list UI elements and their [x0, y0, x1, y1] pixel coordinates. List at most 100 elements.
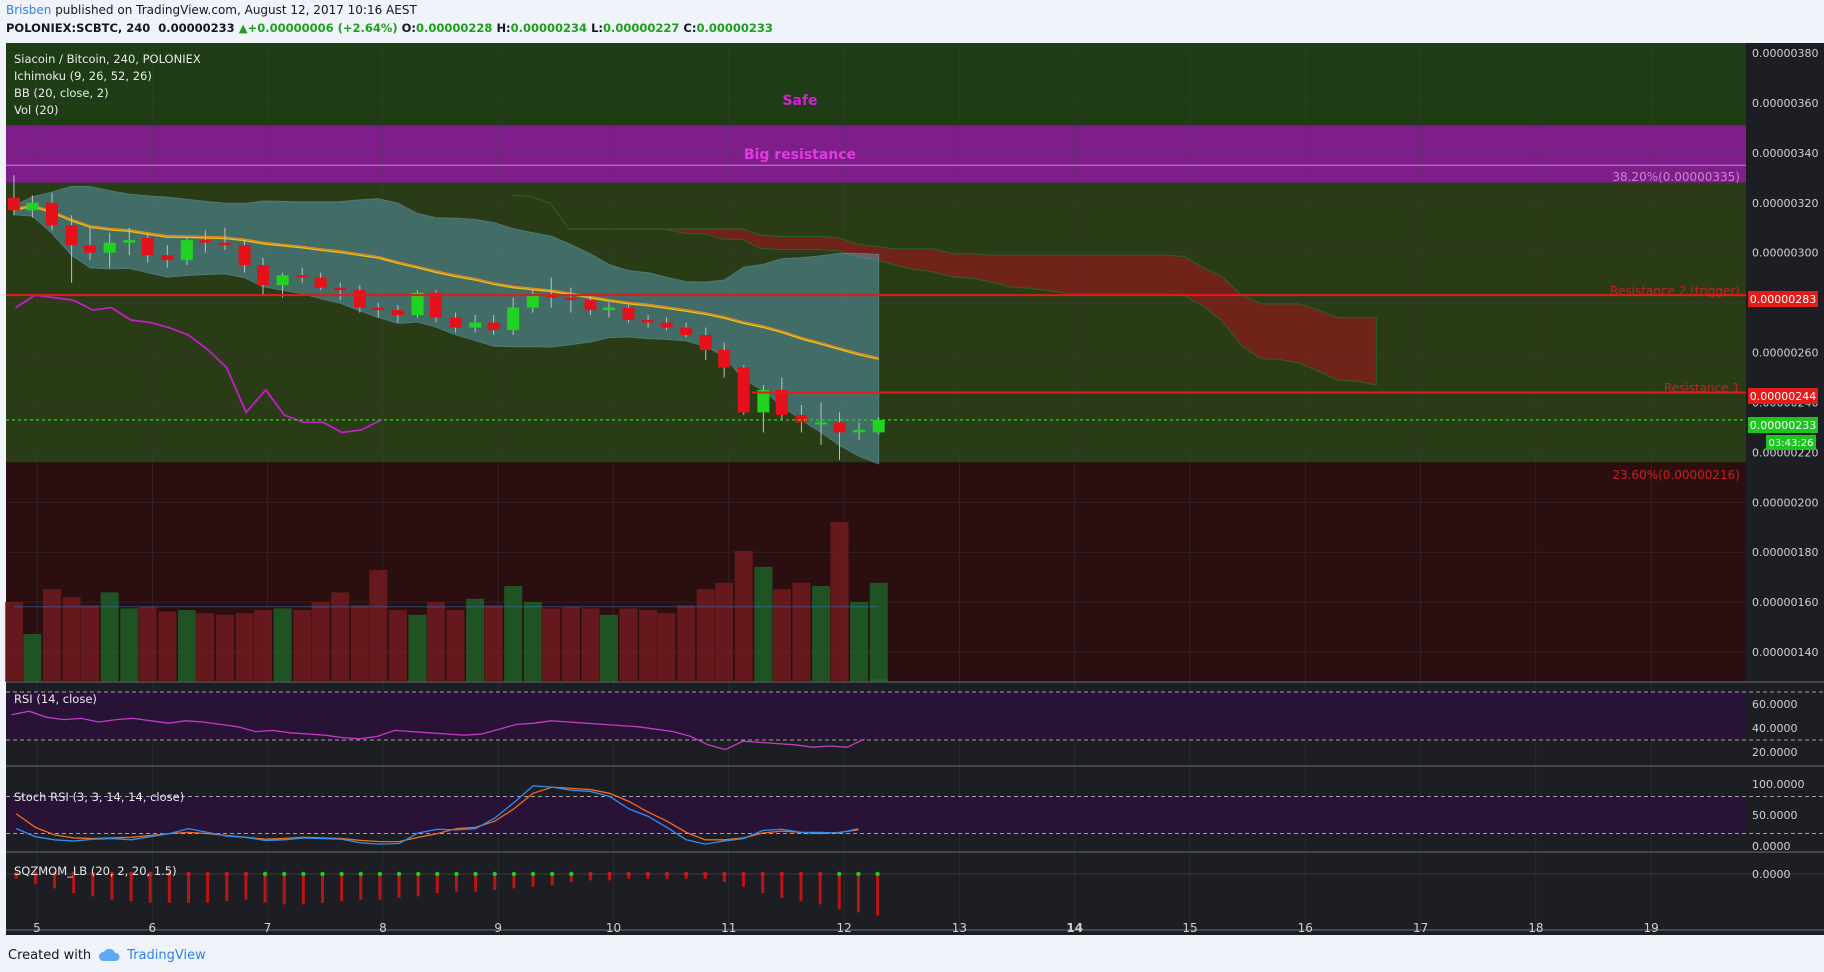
volume-bar — [523, 602, 542, 682]
resistance-1-price-text: 0.00000244 — [1750, 390, 1816, 403]
candle-body — [65, 225, 78, 246]
sqz-histogram-bar — [263, 874, 267, 903]
candle-body — [199, 240, 212, 243]
sqz-histogram-bar — [856, 874, 860, 913]
sqz-histogram-bar — [148, 874, 152, 903]
sqz-histogram-bar — [167, 874, 171, 903]
price-axis-tick: 0.00000160 — [1752, 596, 1818, 609]
x-axis-tick: 12 — [836, 921, 851, 935]
candle-body — [622, 307, 635, 321]
volume-bar — [408, 614, 427, 682]
volume-bar — [100, 592, 119, 682]
sqz-signal-dot — [875, 871, 880, 877]
x-axis-tick: 15 — [1182, 921, 1197, 935]
sqz-histogram-bar — [435, 874, 439, 894]
x-axis-tick: 19 — [1644, 921, 1659, 935]
sqz-histogram-bar — [244, 874, 248, 900]
sqz-signal-dot — [722, 871, 727, 877]
sqz-signal-dot — [186, 871, 191, 877]
rsi-axis-tick: 40.0000 — [1752, 722, 1798, 735]
x-axis-tick: 5 — [33, 921, 41, 935]
high-value: 0.00000234 — [510, 21, 588, 35]
volume-bar — [504, 586, 523, 682]
low-value: 0.00000227 — [603, 21, 680, 35]
sqz-signal-dot — [817, 871, 823, 877]
candle-body — [718, 350, 731, 368]
sqz-signal-dot — [301, 871, 306, 877]
tradingview-link[interactable]: TradingView — [127, 948, 206, 963]
sqz-signal-dot — [549, 871, 555, 877]
volume-bar — [23, 634, 42, 682]
price-axis-background — [1746, 43, 1824, 935]
candle-body — [180, 240, 193, 261]
candle-body — [737, 367, 750, 413]
sqz-signal-dot — [454, 871, 459, 877]
sqz-signal-dot — [837, 871, 842, 877]
sqz-axis-tick: 0.0000 — [1752, 868, 1791, 881]
sqz-signal-dot — [645, 871, 651, 877]
volume-bar — [657, 613, 676, 682]
legend-ichimoku: Ichimoku (9, 26, 52, 26) — [14, 69, 152, 83]
sqz-signal-dot — [320, 871, 325, 877]
sqz-signal-dot — [530, 871, 536, 877]
volume-bar — [177, 610, 196, 682]
volume-bar — [581, 608, 600, 682]
candle-body — [833, 422, 846, 433]
sqz-signal-dot — [224, 871, 229, 877]
stoch-band — [6, 796, 1746, 834]
price-chart[interactable]: 0.00000380 0.00000360 0.00000340 0.00000320… — [0, 43, 1824, 935]
price-axis-tick: 0.00000340 — [1752, 147, 1818, 160]
price-axis-tick: 0.00000320 — [1752, 197, 1818, 210]
volume-bar — [869, 678, 888, 682]
candle-body — [429, 292, 442, 318]
volume-bar — [331, 592, 350, 682]
sqz-signal-dot — [282, 871, 287, 877]
volume-bar — [350, 605, 369, 682]
candle-body — [564, 297, 577, 301]
sqz-signal-dot — [664, 871, 670, 877]
last-price: 0.00000233 — [158, 21, 235, 35]
rsi-axis-tick: 60.0000 — [1752, 698, 1798, 711]
candle-body — [103, 242, 116, 253]
sqz-signal-dot — [243, 871, 249, 877]
stoch-axis-tick: 50.0000 — [1752, 809, 1798, 822]
big-resistance-band — [6, 125, 1746, 183]
sqz-signal-dot — [798, 871, 804, 877]
sqz-signal-dot — [569, 871, 574, 877]
tradingview-cloud-icon — [99, 948, 120, 961]
sqz-signal-dot — [205, 871, 210, 877]
sqz-signal-dot — [339, 871, 344, 877]
sqz-histogram-bar — [416, 874, 420, 897]
volume-bar — [138, 606, 157, 682]
close-value: 0.00000233 — [696, 21, 773, 35]
volume-bar — [235, 613, 254, 682]
candle-body — [372, 307, 385, 311]
price-axis-tick: 0.00000360 — [1752, 97, 1818, 110]
price-axis-tick: 0.00000260 — [1752, 347, 1818, 360]
sqz-signal-dot — [511, 871, 517, 877]
volume-bar — [754, 566, 773, 682]
sqz-histogram-bar — [340, 874, 344, 902]
candle-body — [45, 202, 58, 226]
sqz-signal-dot — [396, 871, 402, 877]
volume-bar — [388, 610, 407, 682]
legend-vol: Vol (20) — [14, 103, 59, 117]
sqz-signal-dot — [588, 871, 593, 877]
volume-bar — [158, 611, 177, 682]
candle-body — [815, 422, 828, 425]
sqz-histogram-bar — [206, 874, 210, 903]
volume-bar — [215, 614, 234, 682]
sqz-histogram-bar — [378, 874, 382, 900]
volume-bar — [293, 610, 312, 682]
rsi-band — [6, 692, 1746, 740]
candle-body — [314, 277, 327, 288]
x-axis-tick: 9 — [494, 921, 502, 935]
author-link[interactable]: Brisben — [6, 3, 51, 17]
x-axis-tick: 7 — [264, 921, 272, 935]
candle-body — [642, 320, 655, 323]
candle-body — [238, 245, 251, 266]
volume-bar — [369, 570, 388, 682]
x-axis-tick: 11 — [721, 921, 736, 935]
candle-body — [256, 265, 269, 286]
sqz-signal-dot — [492, 871, 497, 877]
